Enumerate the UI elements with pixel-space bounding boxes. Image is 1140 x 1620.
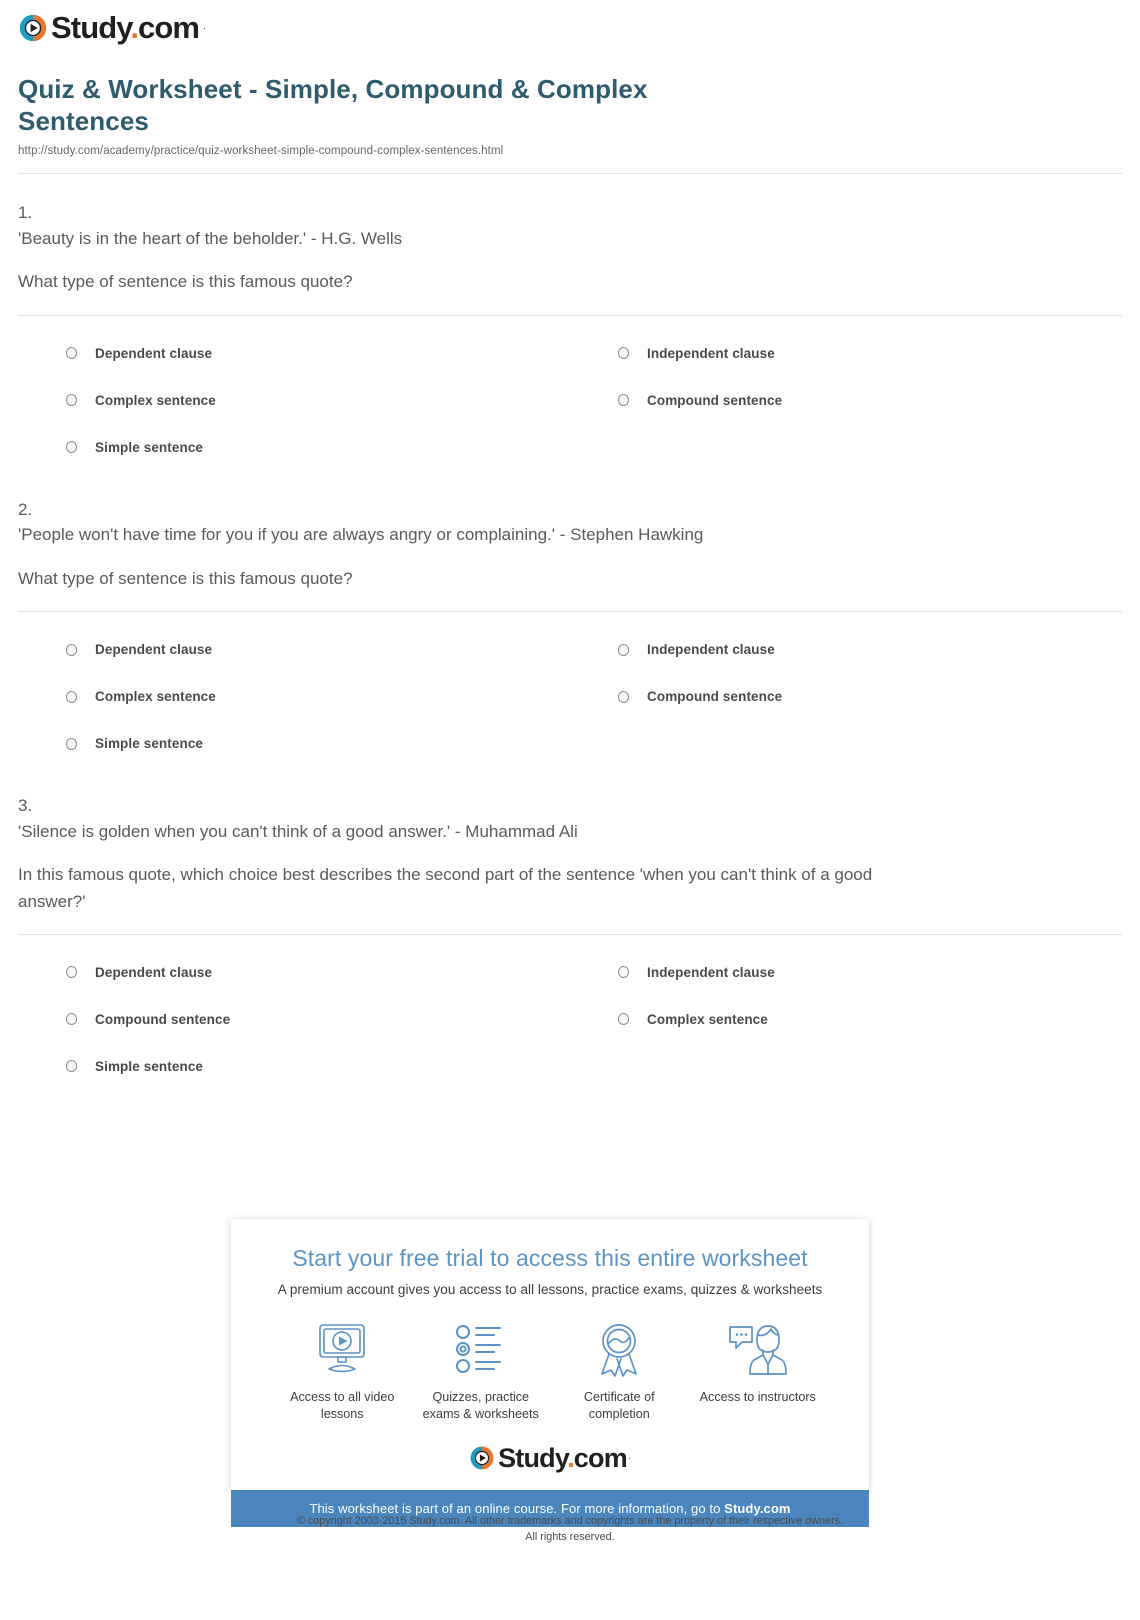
radio-button-icon[interactable] (66, 441, 77, 454)
answer-label: Dependent clause (95, 964, 213, 980)
promo-card-body: Start your free trial to access this ent… (231, 1219, 869, 1490)
radio-button-icon[interactable] (618, 394, 629, 407)
question-prompt: What type of sentence is this famous quo… (18, 568, 353, 588)
promo-feature: Quizzes, practice exams & worksheets (412, 1319, 551, 1423)
radio-button-icon[interactable] (618, 347, 629, 360)
question-number: 1. (18, 203, 33, 223)
copyright-footer: © copyright 2003-2015 Study.com. All oth… (0, 1514, 1140, 1545)
radio-button-icon[interactable] (66, 737, 77, 750)
answer-options: Dependent clause Independent clause Comp… (18, 612, 1122, 767)
answer-option[interactable]: Independent clause (570, 330, 1122, 377)
answer-label: Complex sentence (95, 689, 216, 705)
question-prompt: What type of sentence is this famous quo… (18, 272, 353, 292)
answer-label: Independent clause (647, 642, 775, 658)
question-number: 2. (18, 499, 33, 519)
answer-label: Simple sentence (95, 439, 204, 455)
promo-logo-trademark: · (627, 1453, 631, 1464)
page-title: Quiz & Worksheet - Simple, Compound & Co… (18, 74, 648, 137)
answer-label: Independent clause (647, 964, 775, 980)
promo-feature-label: Quizzes, practice exams & worksheets (422, 1389, 539, 1421)
answer-option[interactable]: Simple sentence (18, 424, 570, 471)
answer-option[interactable]: Compound sentence (570, 377, 1122, 424)
answer-label: Complex sentence (95, 392, 216, 408)
site-header: Study.com · (0, 0, 1140, 43)
radio-button-icon[interactable] (66, 347, 77, 360)
study-play-icon (19, 14, 47, 41)
radio-button-icon[interactable] (618, 643, 629, 656)
answer-option[interactable]: Complex sentence (18, 377, 570, 424)
monitor-play-icon (277, 1319, 408, 1379)
radio-button-icon[interactable] (66, 690, 77, 703)
answer-option[interactable]: Dependent clause (18, 330, 570, 377)
promo-feature: Access to instructors (689, 1319, 828, 1423)
logo-wordmark: Study.com (51, 10, 200, 45)
award-ribbon-icon (554, 1319, 685, 1379)
answer-option[interactable]: Independent clause (570, 626, 1122, 673)
answer-label: Simple sentence (95, 736, 204, 752)
question-block: 1. 'Beauty is in the heart of the behold… (18, 174, 1122, 470)
promo-headline: Start your free trial to access this ent… (292, 1245, 808, 1271)
answer-options: Dependent clause Independent clause Comp… (18, 316, 1122, 471)
question-quote: 'Beauty is in the heart of the beholder.… (18, 228, 403, 248)
radio-button-icon[interactable] (66, 394, 77, 407)
page-url: http://study.com/academy/practice/quiz-w… (18, 145, 504, 158)
question-quote: 'Silence is golden when you can't think … (18, 821, 578, 841)
radio-button-icon[interactable] (66, 1060, 77, 1073)
promo-study-com-logo[interactable]: Study.com · (251, 1442, 849, 1490)
checklist-icon (416, 1319, 547, 1379)
free-trial-promo: Start your free trial to access this ent… (231, 1219, 869, 1527)
title-section: Quiz & Worksheet - Simple, Compound & Co… (18, 73, 1122, 175)
answer-label: Compound sentence (647, 689, 783, 705)
answer-label: Complex sentence (647, 1011, 768, 1027)
question-block: 3. 'Silence is golden when you can't thi… (18, 767, 1122, 1090)
question-prompt: In this famous quote, which choice best … (18, 865, 873, 911)
answer-label: Simple sentence (95, 1058, 204, 1074)
instructor-chat-icon (693, 1319, 824, 1379)
answer-label: Compound sentence (647, 392, 783, 408)
radio-button-icon[interactable] (66, 1013, 77, 1026)
answer-option[interactable]: Independent clause (570, 949, 1122, 996)
copyright-line-2: All rights reserved. (525, 1530, 615, 1543)
promo-logo-wordmark: Study.com (498, 1442, 628, 1473)
answer-option[interactable]: Complex sentence (570, 996, 1122, 1043)
radio-button-icon[interactable] (618, 966, 629, 979)
answer-label: Independent clause (647, 345, 775, 361)
answer-option[interactable]: Dependent clause (18, 626, 570, 673)
promo-feature: Certificate of completion (550, 1319, 689, 1423)
answer-option[interactable]: Compound sentence (18, 996, 570, 1043)
answer-option[interactable]: Simple sentence (18, 1043, 570, 1090)
question-block: 2. 'People won't have time for you if yo… (18, 471, 1122, 767)
radio-button-icon[interactable] (618, 690, 629, 703)
worksheet-page: Study.com · Quiz & Worksheet - Simple, C… (0, 0, 1140, 1620)
promo-feature-label: Access to all video lessons (290, 1389, 395, 1421)
answer-option[interactable]: Simple sentence (18, 720, 570, 767)
radio-button-icon[interactable] (66, 966, 77, 979)
radio-button-icon[interactable] (66, 643, 77, 656)
promo-subtitle: A premium account gives you access to al… (277, 1281, 823, 1297)
answer-options: Dependent clause Independent clause Comp… (18, 935, 1122, 1090)
question-quote: 'People won't have time for you if you a… (18, 525, 704, 545)
logo-trademark: · (203, 22, 207, 33)
answer-label: Compound sentence (95, 1011, 231, 1027)
answer-option[interactable]: Dependent clause (18, 949, 570, 996)
radio-button-icon[interactable] (618, 1013, 629, 1026)
promo-features: Access to all video lessons Quizzes, pra… (251, 1319, 849, 1423)
study-com-logo[interactable]: Study.com · (18, 12, 206, 43)
copyright-line-1: © copyright 2003-2015 Study.com. All oth… (296, 1515, 844, 1527)
answer-option[interactable]: Compound sentence (570, 673, 1122, 720)
promo-feature-label: Certificate of completion (583, 1389, 655, 1421)
question-number: 3. (18, 796, 33, 816)
answer-option[interactable]: Complex sentence (18, 673, 570, 720)
promo-feature-label: Access to instructors (699, 1389, 816, 1404)
answer-label: Dependent clause (95, 642, 213, 658)
answer-label: Dependent clause (95, 345, 213, 361)
questions-list: 1. 'Beauty is in the heart of the behold… (18, 174, 1122, 1089)
promo-feature: Access to all video lessons (273, 1319, 412, 1423)
study-play-icon (470, 1446, 494, 1470)
